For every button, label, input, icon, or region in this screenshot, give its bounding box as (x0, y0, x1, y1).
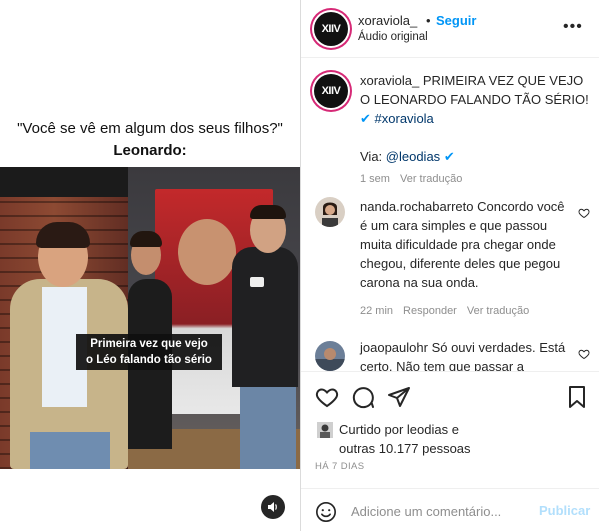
video-caption-speaker: Leonardo: (113, 142, 187, 159)
comment-input[interactable] (351, 501, 531, 521)
post-timestamp[interactable]: HÁ 7 DIAS (315, 461, 365, 472)
person-reporter-hair (250, 205, 286, 219)
person-leonardo-jeans (30, 432, 110, 469)
comment-text: nanda.rochabarreto Concordo você é um ca… (360, 197, 570, 292)
liked-by-text: Curtido por leodias e outras 10.177 pess… (339, 420, 539, 458)
caption-meta: 1 sem Ver tradução (360, 173, 462, 185)
video-top-caption: "Você se vê em algum dos seus filhos?" L… (0, 118, 300, 162)
hashtag-link[interactable]: #xoraviola (375, 111, 434, 126)
bookmark-icon[interactable] (565, 385, 589, 409)
comment-text: joaopaulohr Só ouvi verdades. Está certo… (360, 338, 570, 371)
publish-button[interactable]: Publicar (539, 503, 590, 518)
share-icon[interactable] (387, 385, 411, 409)
post-side-panel: XIIV xoraviola_ • Seguir Áudio original … (301, 0, 599, 531)
liked-by-and: e (448, 422, 459, 437)
video-frame[interactable]: Primeira vez que vejo o Léo falando tão … (0, 167, 300, 469)
speaker-icon (268, 502, 277, 512)
avatar-photo (315, 341, 345, 371)
avatar-photo (315, 197, 345, 227)
caption-avatar[interactable]: XIIV (314, 74, 348, 108)
like-comment-heart-icon[interactable] (578, 207, 590, 219)
overlay-line-2: o Léo falando tão sério (86, 354, 212, 366)
header-username[interactable]: xoraviola_ (358, 13, 417, 28)
video-caption-question: "Você se vê em algum dos seus filhos?" (17, 120, 283, 137)
banner-face (178, 219, 236, 285)
via-label: Via: (360, 149, 386, 164)
comments-list[interactable]: XIIV xoraviola_ PRIMEIRA VEZ QUE VEJO O … (301, 59, 599, 371)
add-comment-bar: Publicar (301, 488, 599, 531)
checkmark-icon: ✔ (443, 149, 455, 164)
emoji-icon[interactable] (315, 501, 337, 523)
liked-by-others[interactable]: outras 10.177 pessoas (339, 441, 471, 456)
mute-button[interactable] (261, 495, 285, 519)
heart-icon[interactable] (315, 385, 339, 409)
separator-dot: • (426, 13, 431, 28)
see-translation-link[interactable]: Ver tradução (400, 173, 462, 185)
checkmark-icon: ✔ (360, 111, 371, 126)
reply-button[interactable]: Responder (403, 305, 457, 317)
comment-meta: 22 min Responder Ver tradução (360, 305, 529, 317)
liked-by-user[interactable]: leodias (407, 422, 448, 437)
person-reporter-body (232, 247, 298, 387)
audio-label[interactable]: Áudio original (358, 31, 428, 43)
comment-time[interactable]: 22 min (360, 305, 393, 317)
avatar[interactable]: XIIV (314, 12, 348, 46)
liked-by-prefix: Curtido por (339, 422, 407, 437)
see-translation-link[interactable]: Ver tradução (467, 305, 529, 317)
video-overlay-text: Primeira vez que vejo o Léo falando tão … (76, 334, 222, 370)
comment-icon[interactable] (351, 385, 375, 409)
like-comment-heart-icon[interactable] (578, 348, 590, 360)
person-reporter-jeans (240, 377, 296, 469)
liked-by-avatar[interactable] (317, 422, 333, 438)
ceiling (0, 167, 135, 197)
caption-username[interactable]: xoraviola_ (360, 73, 419, 88)
microphone (250, 277, 264, 287)
person-background-hair (130, 231, 162, 247)
comment-username[interactable]: joaopaulohr (360, 340, 428, 355)
post-header: XIIV xoraviola_ • Seguir Áudio original … (301, 0, 599, 58)
comment-avatar[interactable] (315, 197, 345, 227)
post-media[interactable]: "Você se vê em algum dos seus filhos?" L… (0, 0, 300, 531)
follow-button[interactable]: Seguir (436, 13, 476, 28)
caption-time[interactable]: 1 sem (360, 173, 390, 185)
overlay-line-1: Primeira vez que vejo (90, 338, 208, 350)
caption-text: xoraviola_ PRIMEIRA VEZ QUE VEJO O LEONA… (360, 71, 590, 166)
person-leonardo-hair (36, 222, 90, 248)
more-icon[interactable]: ••• (563, 18, 583, 36)
avatar-photo (317, 422, 333, 438)
comment-avatar[interactable] (315, 341, 345, 371)
via-user-link[interactable]: @leodias (386, 149, 440, 164)
comment-username[interactable]: nanda.rochabarreto (360, 199, 473, 214)
